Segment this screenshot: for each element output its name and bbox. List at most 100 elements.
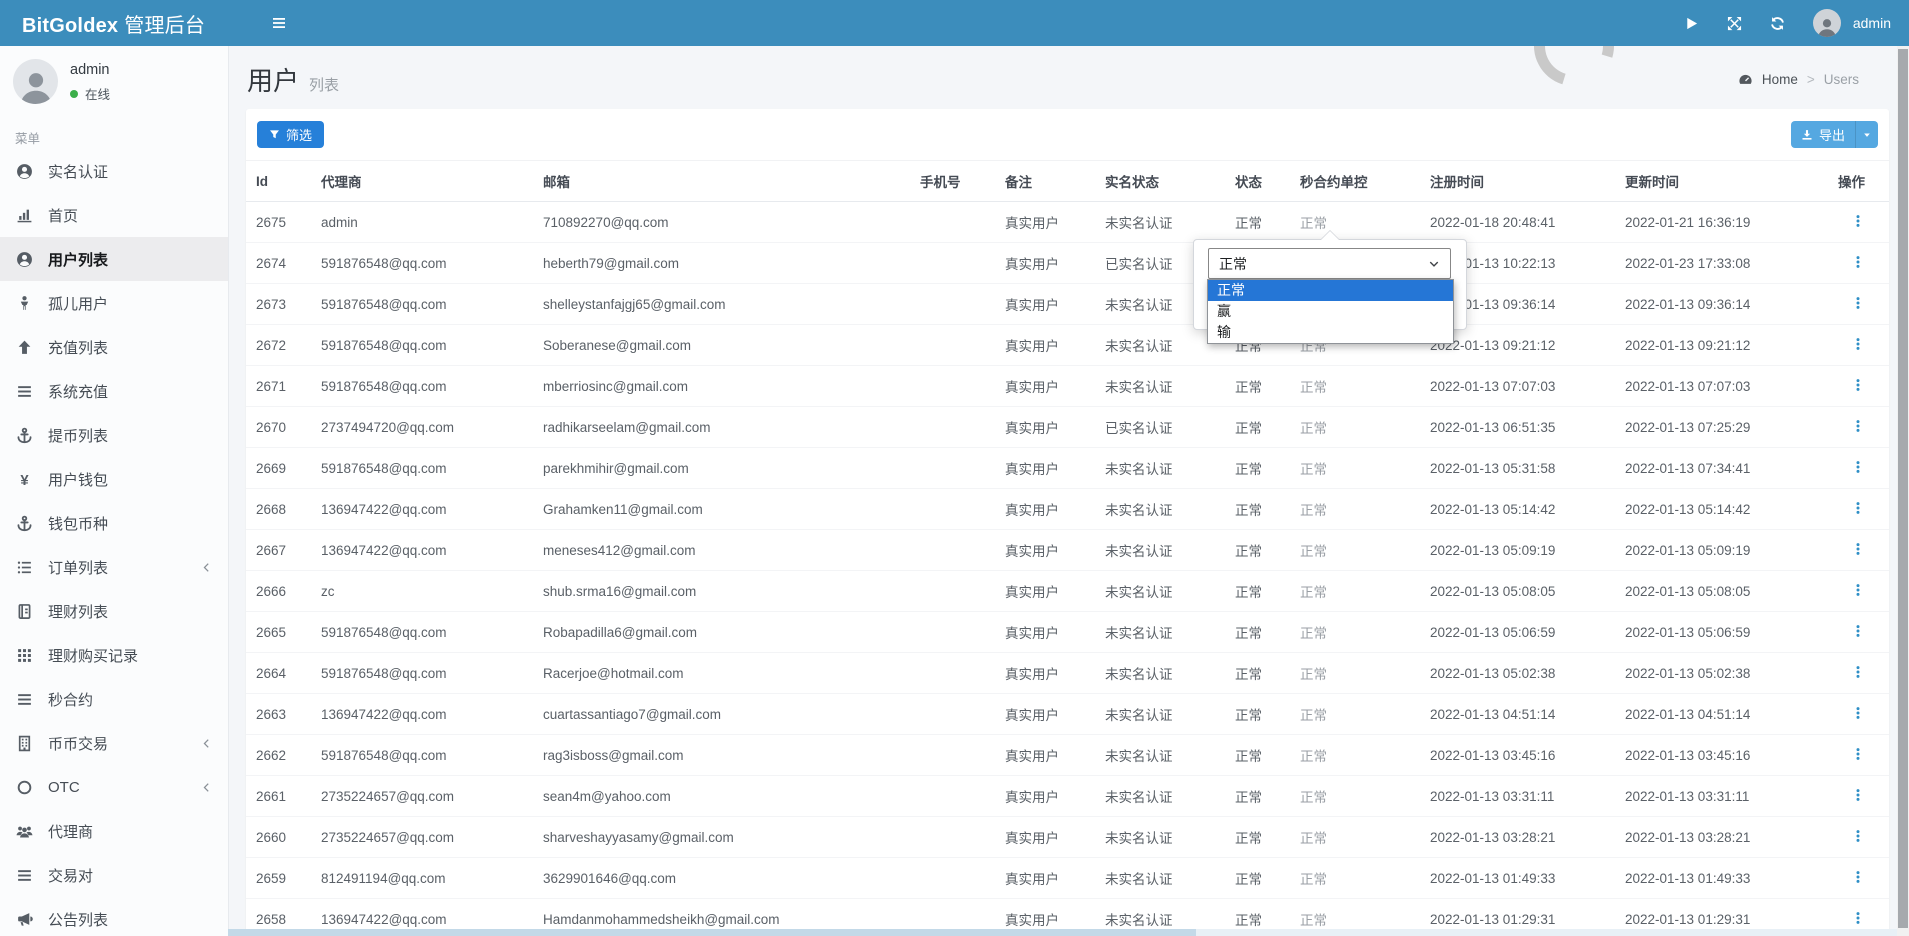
row-actions-button[interactable] — [1851, 829, 1865, 843]
sidebar-item-wallet-coins[interactable]: 钱包币种 — [0, 501, 228, 545]
cell-id: 2663 — [246, 694, 311, 735]
brand-logo[interactable]: BitGoldex管理后台 — [0, 9, 250, 38]
sidebar-toggle-button[interactable] — [270, 15, 288, 31]
row-actions-button[interactable] — [1851, 296, 1865, 310]
sidebar-item-trading-pairs[interactable]: 交易对 — [0, 853, 228, 897]
sidebar-item-system-deposit[interactable]: 系统充值 — [0, 369, 228, 413]
page-header: 用户 列表 Home > Users — [228, 46, 1909, 109]
cell-id: 2673 — [246, 284, 311, 325]
cell-phone — [910, 489, 995, 530]
sidebar-item-deposit-list[interactable]: 充值列表 — [0, 325, 228, 369]
navbar-avatar[interactable] — [1813, 9, 1841, 37]
sidebar-item-real-name-auth[interactable]: 实名认证 — [0, 149, 228, 193]
cell-agent: 591876548@qq.com — [311, 448, 533, 489]
row-actions-button[interactable] — [1851, 337, 1865, 351]
refresh-icon[interactable] — [1770, 16, 1785, 31]
main-content: 用户 列表 Home > Users 筛选 导出 — [228, 46, 1909, 936]
vertical-scrollbar-thumb[interactable] — [1898, 49, 1908, 928]
cell-control[interactable]: 正常 — [1290, 448, 1420, 489]
play-icon[interactable] — [1684, 16, 1699, 31]
row-actions-button[interactable] — [1851, 583, 1865, 597]
cell-agent: 2737494720@qq.com — [311, 407, 533, 448]
row-actions-button[interactable] — [1851, 378, 1865, 392]
cell-status: 正常 — [1225, 407, 1290, 448]
cell-kyc: 未实名认证 — [1095, 653, 1225, 694]
column-header-update-time: 更新时间 — [1615, 161, 1810, 202]
breadcrumb-home[interactable]: Home — [1762, 72, 1798, 87]
row-actions-button[interactable] — [1851, 788, 1865, 802]
row-actions-button[interactable] — [1851, 747, 1865, 761]
sidebar-item-finance-purchase-records[interactable]: 理财购买记录 — [0, 633, 228, 677]
online-status-label: 在线 — [85, 84, 110, 103]
table-row: 2662591876548@qq.comrag3isboss@gmail.com… — [246, 735, 1889, 776]
cell-control[interactable]: 正常 — [1290, 653, 1420, 694]
cell-control[interactable]: 正常 — [1290, 735, 1420, 776]
funnel-icon — [269, 129, 280, 140]
ellipsis-vertical-icon — [1851, 501, 1865, 515]
sidebar-item-finance-list[interactable]: 理财列表 — [0, 589, 228, 633]
sidebar-item-home[interactable]: 首页 — [0, 193, 228, 237]
filter-button[interactable]: 筛选 — [257, 121, 324, 148]
cell-registered: 2022-01-13 05:02:38 — [1420, 653, 1615, 694]
cell-control[interactable]: 正常 — [1290, 366, 1420, 407]
cell-remark: 真实用户 — [995, 284, 1095, 325]
row-actions-button[interactable] — [1851, 624, 1865, 638]
cell-control[interactable]: 正常 — [1290, 694, 1420, 735]
cell-updated: 2022-01-13 05:08:05 — [1615, 571, 1810, 612]
row-actions-button[interactable] — [1851, 911, 1865, 925]
export-dropdown-toggle[interactable] — [1855, 121, 1878, 148]
sidebar-item-withdraw-list[interactable]: 提币列表 — [0, 413, 228, 457]
select-option[interactable]: 正常 — [1208, 280, 1453, 301]
table-row: 2675admin710892270@qq.com真实用户未实名认证正常正常20… — [246, 202, 1889, 243]
chevron-left-icon — [201, 738, 212, 749]
row-actions-button[interactable] — [1851, 870, 1865, 884]
cell-updated: 2022-01-13 03:45:16 — [1615, 735, 1810, 776]
cell-remark: 真实用户 — [995, 817, 1095, 858]
cell-control[interactable]: 正常 — [1290, 202, 1420, 243]
sidebar-item-user-wallet[interactable]: 用户钱包 — [0, 457, 228, 501]
fullscreen-icon[interactable] — [1727, 16, 1742, 31]
navbar-username[interactable]: admin — [1853, 15, 1891, 31]
cell-remark: 真实用户 — [995, 612, 1095, 653]
cell-id: 2671 — [246, 366, 311, 407]
sidebar-item-otc[interactable]: OTC — [0, 765, 228, 809]
cell-control[interactable]: 正常 — [1290, 776, 1420, 817]
row-actions-button[interactable] — [1851, 419, 1865, 433]
cell-control[interactable]: 正常 — [1290, 489, 1420, 530]
row-actions-button[interactable] — [1851, 542, 1865, 556]
table-row: 2673591876548@qq.comshelleystanfajgj65@g… — [246, 284, 1889, 325]
cell-remark: 真实用户 — [995, 366, 1095, 407]
cell-email: radhikarseelam@gmail.com — [533, 407, 910, 448]
sidebar-item-second-contract[interactable]: 秒合约 — [0, 677, 228, 721]
sidebar-item-announcement-list[interactable]: 公告列表 — [0, 897, 228, 936]
cell-control[interactable]: 正常 — [1290, 817, 1420, 858]
row-actions-button[interactable] — [1851, 460, 1865, 474]
select-option[interactable]: 赢 — [1208, 301, 1453, 322]
cell-phone — [910, 653, 995, 694]
cell-status: 正常 — [1225, 735, 1290, 776]
row-actions-button[interactable] — [1851, 665, 1865, 679]
sidebar-item-order-list[interactable]: 订单列表 — [0, 545, 228, 589]
cell-control[interactable]: 正常 — [1290, 612, 1420, 653]
sidebar-item-orphan-users[interactable]: 孤儿用户 — [0, 281, 228, 325]
cell-control[interactable]: 正常 — [1290, 571, 1420, 612]
row-actions-button[interactable] — [1851, 706, 1865, 720]
select-option[interactable]: 输 — [1208, 322, 1453, 343]
sidebar-item-user-list[interactable]: 用户列表 — [0, 237, 228, 281]
cell-remark: 真实用户 — [995, 243, 1095, 284]
horizontal-scrollbar-thumb[interactable] — [228, 929, 1196, 936]
cell-actions — [1810, 530, 1889, 571]
row-actions-button[interactable] — [1851, 501, 1865, 515]
column-header-register-time: 注册时间 — [1420, 161, 1615, 202]
row-actions-button[interactable] — [1851, 214, 1865, 228]
export-button[interactable]: 导出 — [1791, 121, 1855, 148]
row-actions-button[interactable] — [1851, 255, 1865, 269]
cell-control[interactable]: 正常 — [1290, 407, 1420, 448]
control-select[interactable]: 正常 — [1208, 248, 1451, 279]
cell-control[interactable]: 正常 — [1290, 858, 1420, 899]
cell-phone — [910, 325, 995, 366]
cell-control[interactable]: 正常 — [1290, 530, 1420, 571]
control-select-value: 正常 — [1219, 254, 1247, 274]
sidebar-item-agents[interactable]: 代理商 — [0, 809, 228, 853]
sidebar-item-coin-trade[interactable]: 币币交易 — [0, 721, 228, 765]
